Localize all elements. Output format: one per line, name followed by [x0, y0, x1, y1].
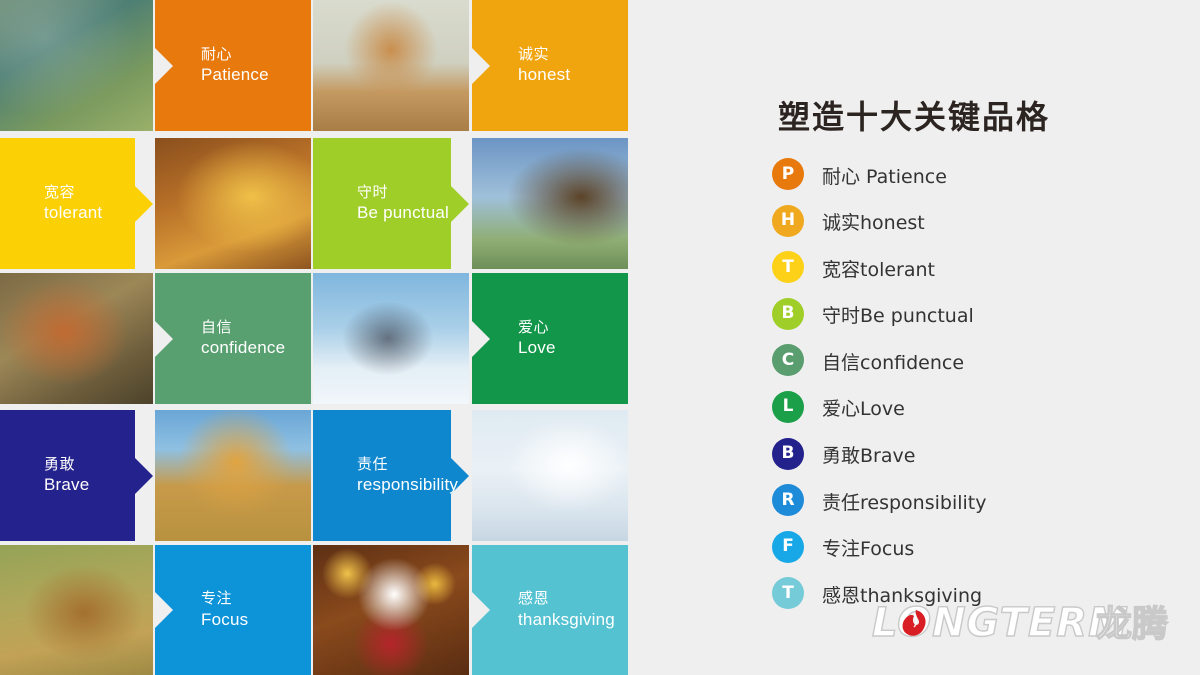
- character-list: P 耐心 Patience H 诚实honest T 宽容tolerant B 守时Be pu…: [772, 158, 1192, 624]
- list-item-badge: T: [772, 251, 804, 284]
- tile-label-en: honest: [518, 65, 571, 85]
- grid-tile-tolerant: 宽容 tolerant: [0, 138, 153, 269]
- tile-label-cn: 感恩: [518, 590, 550, 608]
- photo-image: [313, 273, 469, 404]
- list-item[interactable]: H 诚实honest: [772, 204, 1192, 252]
- photo-image: [155, 138, 311, 269]
- list-item[interactable]: F 专注Focus: [772, 530, 1192, 578]
- grid-photo-white-pomeranian-dog: [313, 545, 469, 675]
- grid-tile-responsibility: 责任 responsibility: [313, 410, 469, 541]
- list-item[interactable]: L 爱心Love: [772, 390, 1192, 438]
- character-image-grid: 耐心 Patience 诚实 honest 宽容 tolerant 守时 Be punctua…: [0, 0, 628, 675]
- grid-tile-patience: 耐心 Patience: [155, 0, 311, 131]
- grid-tile-confidence: 自信 confidence: [155, 273, 311, 404]
- list-item-label: 专注Focus: [822, 538, 915, 561]
- list-item-label: 责任responsibility: [822, 491, 987, 514]
- list-item[interactable]: C 自信confidence: [772, 344, 1192, 391]
- grid-photo-white-dove-flying: [472, 410, 628, 541]
- list-item-label: 勇敢Brave: [822, 445, 916, 468]
- photo-image: [472, 138, 628, 269]
- tile-label-en: responsibility: [357, 475, 459, 495]
- grid-tile-be-punctual: 守时 Be punctual: [313, 138, 469, 269]
- grid-tile-thanksgiving: 感恩 thanksgiving: [472, 545, 628, 675]
- logo-cn-text: 龙腾: [1096, 604, 1169, 645]
- tile-label-en: thanksgiving: [518, 609, 615, 629]
- list-item-label: 诚实honest: [822, 212, 925, 235]
- list-item-badge: B: [772, 297, 804, 330]
- list-item-label: 耐心 Patience: [822, 165, 947, 188]
- grid-photo-cheetah-cub-running: [313, 0, 469, 131]
- list-item-badge: H: [772, 204, 804, 237]
- tile-label-cn: 诚实: [518, 45, 550, 63]
- grid-photo-lion: [155, 410, 311, 541]
- list-item-badge: R: [772, 484, 804, 517]
- tile-label-en: Focus: [201, 609, 249, 629]
- list-item-badge: B: [772, 437, 804, 470]
- tile-label-cn: 勇敢: [44, 455, 76, 473]
- tile-label-en: Be punctual: [357, 203, 449, 223]
- right-panel: 塑造十大关键品格 P 耐心 Patience H 诚实honest T 宽容toleran…: [628, 0, 1200, 675]
- list-item-label: 守时Be punctual: [822, 305, 974, 328]
- photo-image: [0, 545, 153, 675]
- tile-label-en: tolerant: [44, 203, 103, 223]
- grid-photo-butterfly-on-plant: [0, 0, 153, 131]
- tile-label-cn: 耐心: [201, 45, 233, 63]
- grid-photo-tortoise: [155, 138, 311, 269]
- grid-photo-red-squirrel: [0, 273, 153, 404]
- grid-tile-love: 爱心 Love: [472, 273, 628, 404]
- photo-image: [472, 410, 628, 541]
- photo-image: [0, 273, 153, 404]
- photo-image: [313, 545, 469, 675]
- tile-label-cn: 责任: [357, 455, 389, 473]
- list-item-badge: L: [772, 390, 804, 423]
- list-item-badge: P: [772, 158, 804, 190]
- list-item-label: 宽容tolerant: [822, 258, 935, 281]
- list-item[interactable]: P 耐心 Patience: [772, 158, 1192, 205]
- list-item[interactable]: R 责任responsibility: [772, 484, 1192, 531]
- tile-label-en: Brave: [44, 475, 90, 495]
- list-item-label: 爱心Love: [822, 398, 905, 421]
- list-item[interactable]: B 守时Be punctual: [772, 297, 1192, 345]
- tile-label-cn: 爱心: [518, 318, 550, 336]
- grid-photo-two-penguins: [313, 273, 469, 404]
- tile-label-cn: 宽容: [44, 183, 76, 201]
- tile-label-en: Love: [518, 338, 556, 358]
- list-item-badge: T: [772, 577, 804, 610]
- photo-image: [0, 0, 153, 131]
- list-item-label: 自信confidence: [822, 351, 965, 374]
- grid-tile-focus: 专注 Focus: [155, 545, 311, 675]
- list-item[interactable]: T 宽容tolerant: [772, 251, 1192, 298]
- tile-label-en: confidence: [201, 338, 286, 358]
- grid-tile-brave: 勇敢 Brave: [0, 410, 153, 541]
- slide-canvas: 耐心 Patience 诚实 honest 宽容 tolerant 守时 Be punctua…: [0, 0, 1200, 675]
- list-item[interactable]: B 勇敢Brave: [772, 437, 1192, 485]
- photo-image: [155, 410, 311, 541]
- page-title: 塑造十大关键品格: [778, 98, 1051, 136]
- tile-label-cn: 守时: [357, 183, 389, 201]
- photo-image: [313, 0, 469, 131]
- tile-label-cn: 专注: [201, 590, 233, 608]
- tile-label-cn: 自信: [201, 318, 233, 336]
- list-item-badge: C: [772, 344, 804, 377]
- list-item-badge: F: [772, 530, 804, 563]
- grid-tile-honest: 诚实 honest: [472, 0, 628, 131]
- grid-photo-eagle-in-flight: [472, 138, 628, 269]
- tile-label-en: Patience: [201, 65, 269, 85]
- longterm-logo: LONGTERM 龙腾: [872, 600, 1192, 648]
- grid-photo-deer-family: [0, 545, 153, 675]
